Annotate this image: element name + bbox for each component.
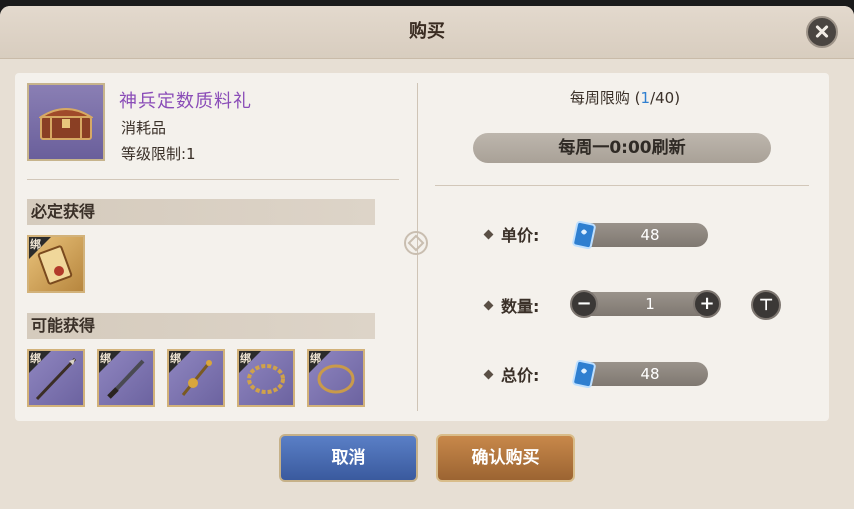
title-bar: 购买 — [0, 6, 854, 59]
quantity-label-text: 数量: — [501, 297, 540, 316]
weekly-limit-prefix: 每周限购 ( — [569, 89, 641, 107]
refresh-time: 每周一0:00刷新 — [473, 133, 771, 163]
weekly-limit-suffix: /40) — [650, 89, 681, 107]
confirm-purchase-button[interactable]: 确认购买 — [436, 434, 575, 482]
max-quantity-button[interactable]: ⊤ — [751, 290, 781, 320]
unit-price-label-text: 单价: — [501, 226, 540, 245]
quantity-value[interactable]: 1 — [608, 292, 692, 316]
bound-label: 绑 — [30, 238, 41, 251]
reward-slot[interactable]: 绑 — [307, 349, 365, 407]
item-level-limit: 等级限制:1 — [121, 145, 196, 163]
max-icon: ⊤ — [758, 295, 774, 314]
decrease-button[interactable]: − — [570, 290, 598, 318]
reward-slot[interactable]: 绑 — [27, 235, 85, 293]
currency-ticket-icon — [572, 360, 596, 388]
reward-slot[interactable]: 绑 — [97, 349, 155, 407]
purchase-dialog: 购买 神兵定数质料礼 消耗品 等级限制:1 必定获得 绑 可能获得 绑 绑 绑 … — [0, 6, 854, 509]
weekly-limit-current: 1 — [640, 89, 651, 107]
bound-label: 绑 — [100, 352, 111, 365]
bullet-icon — [483, 229, 494, 240]
bound-label: 绑 — [30, 352, 41, 365]
treasure-chest-icon — [39, 108, 93, 140]
content-panel: 神兵定数质料礼 消耗品 等级限制:1 必定获得 绑 可能获得 绑 绑 绑 绑 绑… — [15, 73, 829, 421]
total-price-label: 总价: — [483, 362, 540, 386]
guaranteed-header: 必定获得 — [27, 199, 375, 225]
cancel-button[interactable]: 取消 — [279, 434, 418, 482]
unit-price-value: 48 — [640, 226, 660, 244]
total-price-box: 48 — [578, 362, 708, 386]
reward-slot[interactable]: 绑 — [167, 349, 225, 407]
total-price-label-text: 总价: — [501, 366, 540, 385]
weekly-limit: 每周限购 (1/40) — [475, 87, 775, 108]
item-name: 神兵定数质料礼 — [119, 91, 252, 112]
bound-label: 绑 — [240, 352, 251, 365]
bullet-icon — [483, 369, 494, 380]
item-icon-frame — [27, 83, 105, 161]
total-price-value: 48 — [640, 365, 660, 383]
unit-price-box: 48 — [578, 223, 708, 247]
reward-slot[interactable]: 绑 — [237, 349, 295, 407]
unit-price-label: 单价: — [483, 222, 540, 246]
bullet-icon — [483, 300, 494, 311]
ornament-icon — [404, 231, 428, 255]
currency-ticket-icon — [572, 221, 596, 249]
close-button[interactable] — [806, 16, 838, 48]
divider — [435, 185, 809, 186]
dialog-title: 购买 — [409, 21, 445, 42]
bound-label: 绑 — [310, 352, 321, 365]
possible-header: 可能获得 — [27, 313, 375, 339]
minus-icon: − — [576, 293, 592, 314]
increase-button[interactable]: + — [693, 290, 721, 318]
bound-label: 绑 — [170, 352, 181, 365]
quantity-label: 数量: — [483, 293, 540, 317]
divider — [27, 179, 399, 180]
plus-icon: + — [699, 293, 715, 314]
reward-slot[interactable]: 绑 — [27, 349, 85, 407]
item-type: 消耗品 — [121, 119, 167, 137]
